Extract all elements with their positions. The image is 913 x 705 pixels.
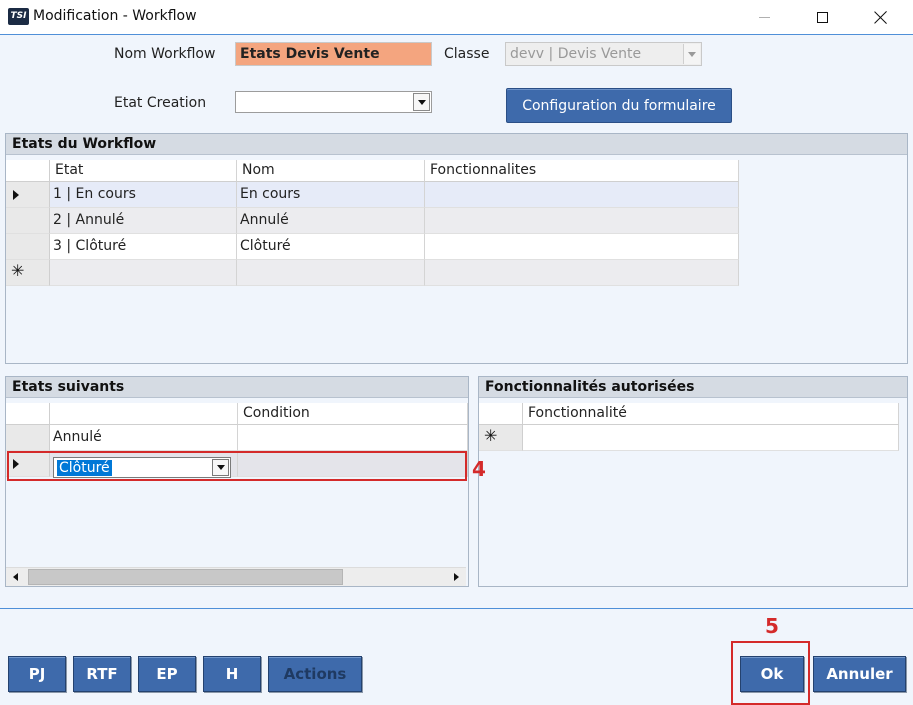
- cell-etat[interactable]: 3 | Clôturé: [50, 234, 237, 260]
- annotation-label-step4: 4: [472, 457, 486, 481]
- table-row[interactable]: 2 | Annulé Annulé: [6, 208, 739, 234]
- divider-line: [0, 34, 913, 35]
- cell-fonctionnalites[interactable]: [425, 182, 739, 208]
- fonctionnalites-autorisees-panel: Fonctionnalités autorisées Fonctionnalit…: [478, 376, 908, 587]
- window-title: Modification - Workflow: [33, 8, 197, 24]
- maximize-icon: [816, 11, 828, 23]
- column-header-condition[interactable]: Condition: [238, 403, 468, 425]
- nom-workflow-label: Nom Workflow: [114, 46, 216, 62]
- cell-etat[interactable]: 2 | Annulé: [50, 208, 237, 234]
- table-row[interactable]: Annulé: [6, 425, 468, 451]
- annotation-box-step5: [731, 641, 810, 705]
- cell-condition[interactable]: [238, 425, 468, 451]
- annotation-label-step5: 5: [765, 614, 779, 638]
- cell-fonctionnalites[interactable]: [425, 234, 739, 260]
- column-header-etat[interactable]: Etat: [50, 160, 237, 182]
- nom-workflow-input[interactable]: Etats Devis Vente: [235, 42, 432, 66]
- table-row[interactable]: 1 | En cours En cours: [6, 182, 739, 208]
- new-row-icon: ✳: [484, 426, 498, 445]
- ep-button[interactable]: EP: [138, 656, 196, 692]
- minimize-icon: [758, 16, 770, 18]
- h-button[interactable]: H: [203, 656, 261, 692]
- close-button[interactable]: [857, 0, 903, 34]
- maximize-button[interactable]: [799, 0, 845, 34]
- grid-header-row: Condition: [6, 403, 468, 425]
- cell-etat[interactable]: Annulé: [50, 425, 238, 451]
- fonctionnalites-grid: Fonctionnalité ✳: [479, 403, 899, 453]
- annuler-button[interactable]: Annuler: [813, 656, 906, 692]
- etats-workflow-title: Etats du Workflow: [6, 134, 907, 155]
- app-logo-icon: TSI: [8, 8, 29, 25]
- cell-nom[interactable]: En cours: [237, 182, 425, 208]
- grid-header-row: Etat Nom Fonctionnalites: [6, 160, 739, 182]
- column-header-fonctionnalites[interactable]: Fonctionnalites: [425, 160, 739, 182]
- new-row[interactable]: ✳: [6, 260, 739, 286]
- classe-value: devv | Devis Vente: [510, 46, 642, 62]
- new-row-icon: ✳: [11, 261, 25, 280]
- new-row[interactable]: ✳: [479, 425, 899, 451]
- chevron-down-icon: [683, 44, 700, 64]
- arrow-left-icon: [12, 573, 18, 581]
- cell-nom[interactable]: Annulé: [237, 208, 425, 234]
- etats-workflow-panel: Etats du Workflow Etat Nom Fonctionnalit…: [5, 133, 908, 364]
- close-icon: [874, 11, 887, 24]
- arrow-right-icon: [453, 573, 459, 581]
- configuration-formulaire-button[interactable]: Configuration du formulaire: [506, 88, 732, 123]
- etats-workflow-grid: Etat Nom Fonctionnalites 1 | En cours En…: [6, 160, 739, 290]
- scroll-left-button[interactable]: [6, 568, 24, 586]
- cell-nom[interactable]: Clôturé: [237, 234, 425, 260]
- table-row[interactable]: 3 | Clôturé Clôturé: [6, 234, 739, 260]
- pj-button[interactable]: PJ: [8, 656, 66, 692]
- cell-fonctionnalites[interactable]: [425, 208, 739, 234]
- current-row-icon: [13, 190, 19, 200]
- rtf-button[interactable]: RTF: [73, 656, 131, 692]
- divider-line: [0, 608, 913, 609]
- etat-creation-combo[interactable]: [235, 91, 432, 113]
- classe-label: Classe: [444, 46, 490, 62]
- scrollbar-thumb[interactable]: [28, 569, 343, 585]
- scroll-right-button[interactable]: [447, 568, 465, 586]
- column-header-etat[interactable]: [50, 403, 238, 425]
- grid-header-row: Fonctionnalité: [479, 403, 899, 425]
- etat-creation-label: Etat Creation: [114, 95, 207, 111]
- classe-combo: devv | Devis Vente: [505, 42, 702, 66]
- horizontal-scrollbar[interactable]: [6, 567, 466, 586]
- cell-etat[interactable]: 1 | En cours: [50, 182, 237, 208]
- etats-suivants-panel: Etats suivants Condition Annulé: [5, 376, 469, 587]
- column-header-nom[interactable]: Nom: [237, 160, 425, 182]
- chevron-down-icon[interactable]: [413, 93, 430, 111]
- actions-button[interactable]: Actions: [268, 656, 362, 692]
- minimize-button[interactable]: [741, 0, 787, 34]
- annotation-box-step4: [7, 451, 467, 481]
- fonctionnalites-autorisees-title: Fonctionnalités autorisées: [479, 377, 907, 398]
- column-header-fonctionnalite[interactable]: Fonctionnalité: [523, 403, 899, 425]
- etats-suivants-title: Etats suivants: [6, 377, 468, 398]
- title-bar: TSI Modification - Workflow: [0, 0, 913, 34]
